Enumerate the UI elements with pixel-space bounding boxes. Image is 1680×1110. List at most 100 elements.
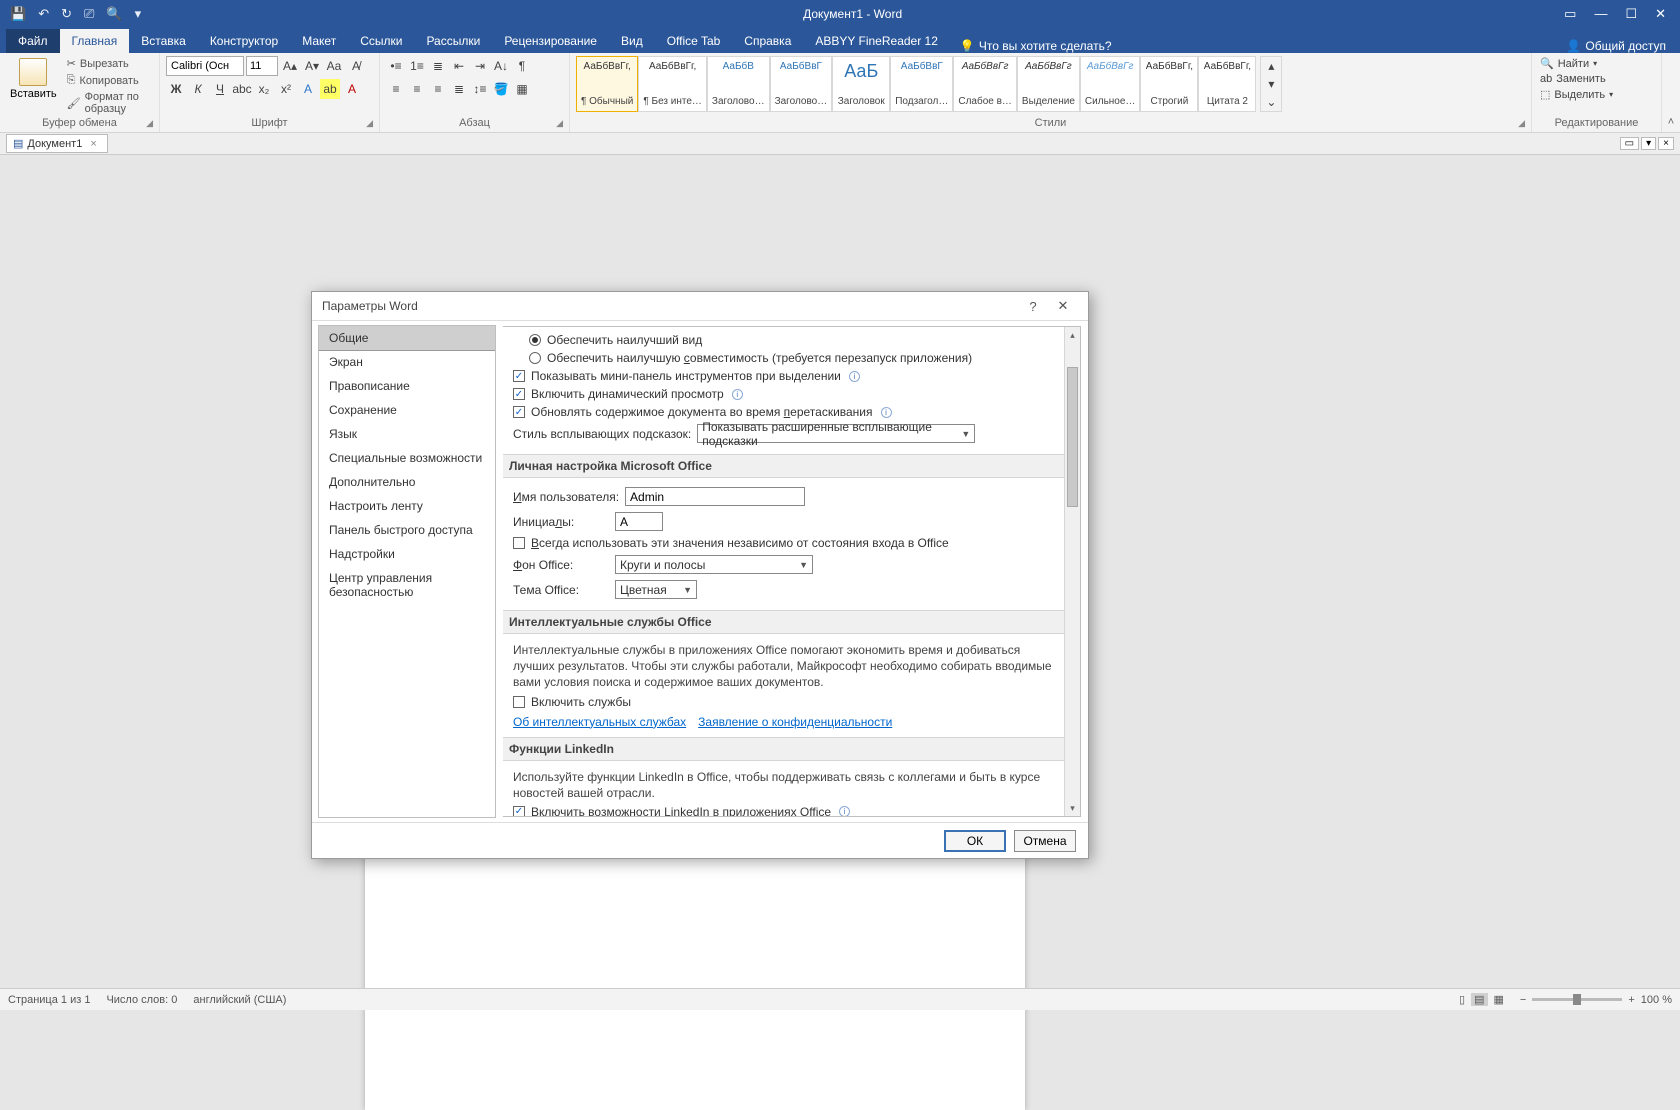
style-item[interactable]: АаБбВвГгСлабое в… [953,56,1017,112]
text-effects-icon[interactable]: A [298,79,318,99]
tab-help[interactable]: Справка [732,29,803,53]
change-case-icon[interactable]: Aa [324,56,344,76]
options-nav-item[interactable]: Настроить ленту [319,494,495,518]
select-button[interactable]: ⬚Выделить ▾ [1538,87,1615,102]
tab-references[interactable]: Ссылки [348,29,414,53]
borders-icon[interactable]: ▦ [512,79,532,99]
username-input[interactable] [625,487,805,506]
options-nav-item[interactable]: Правописание [319,374,495,398]
highlight-icon[interactable]: ab [320,79,340,99]
paste-button[interactable]: Вставить [6,56,61,102]
zoom-slider[interactable] [1532,998,1622,1001]
info-icon[interactable]: i [881,407,892,418]
touch-mode-icon[interactable]: ⎚ [84,6,94,22]
qat-more-icon[interactable]: ▾ [135,6,142,22]
chk-linkedin[interactable] [513,806,525,817]
tab-layout[interactable]: Макет [290,29,348,53]
collapse-ribbon-icon[interactable]: ˄ [1668,116,1674,128]
decrease-indent-icon[interactable]: ⇤ [449,56,469,76]
options-nav-item[interactable]: Экран [319,350,495,374]
strikethrough-icon[interactable]: abc [232,79,252,99]
tab-office-tab[interactable]: Office Tab [655,29,733,53]
increase-indent-icon[interactable]: ⇥ [470,56,490,76]
grow-font-icon[interactable]: A▴ [280,56,300,76]
bold-icon[interactable]: Ж [166,79,186,99]
tab-home[interactable]: Главная [60,29,130,53]
radio-best-compat[interactable] [529,352,541,364]
status-lang[interactable]: английский (США) [193,994,286,1006]
view-toggle-icon[interactable]: ▭ [1620,137,1639,150]
chk-enable-services[interactable] [513,696,525,708]
print-preview-icon[interactable]: 🔍 [106,6,122,22]
numbering-icon[interactable]: 1≡ [407,56,427,76]
options-nav-item[interactable]: Дополнительно [319,470,495,494]
tab-design[interactable]: Конструктор [198,29,290,53]
style-item[interactable]: АаБбВвГг,¶ Обычный [576,56,638,112]
shading-icon[interactable]: 🪣 [491,79,511,99]
chk-always-use[interactable] [513,537,525,549]
read-mode-icon[interactable]: ▯ [1459,993,1465,1006]
scroll-thumb[interactable] [1067,367,1078,507]
dialog-help-icon[interactable]: ? [1018,299,1048,314]
radio-best-appearance[interactable] [529,334,541,346]
office-theme-combo[interactable]: Цветная▼ [615,580,697,599]
line-spacing-icon[interactable]: ↕≡ [470,79,490,99]
info-icon[interactable]: i [732,389,743,400]
cancel-button[interactable]: Отмена [1014,830,1076,852]
shrink-font-icon[interactable]: A▾ [302,56,322,76]
style-item[interactable]: АаБбВвГгВыделение [1017,56,1080,112]
style-item[interactable]: АаБбВвГг,Цитата 2 [1198,56,1256,112]
style-item[interactable]: АаБбВЗаголово… [707,56,770,112]
clipboard-launcher-icon[interactable]: ◢ [146,118,153,129]
dialog-titlebar[interactable]: Параметры Word ? ✕ [312,292,1088,320]
link-privacy[interactable]: Заявление о конфиденциальности [698,715,892,729]
view-dropdown-icon[interactable]: ▾ [1641,137,1656,150]
scroll-down-icon[interactable]: ▾ [1065,800,1080,816]
info-icon[interactable]: i [839,806,850,817]
justify-icon[interactable]: ≣ [449,79,469,99]
options-nav-item[interactable]: Надстройки [319,542,495,566]
italic-icon[interactable]: К [188,79,208,99]
options-nav-item[interactable]: Сохранение [319,398,495,422]
print-layout-icon[interactable]: ▤ [1471,993,1487,1006]
align-right-icon[interactable]: ≡ [428,79,448,99]
info-icon[interactable]: i [849,371,860,382]
options-nav-item[interactable]: Специальные возможности [319,446,495,470]
font-size-input[interactable] [246,56,278,76]
minimize-icon[interactable]: — [1594,6,1607,22]
tell-me[interactable]: 💡Что вы хотите сделать? [950,39,1122,53]
font-launcher-icon[interactable]: ◢ [366,118,373,129]
font-color-icon[interactable]: A [342,79,362,99]
tab-file[interactable]: Файл [6,29,60,53]
underline-icon[interactable]: Ч [210,79,230,99]
tab-finereader[interactable]: ABBYY FineReader 12 [803,29,950,53]
cut-button[interactable]: ✂Вырезать [65,56,153,71]
chk-drag-update[interactable] [513,406,525,418]
ok-button[interactable]: ОК [944,830,1006,852]
doctab-close-icon[interactable]: × [90,138,96,150]
superscript-icon[interactable]: x² [276,79,296,99]
clear-formatting-icon[interactable]: A̸ [346,56,366,76]
tab-insert[interactable]: Вставка [129,29,198,53]
bullets-icon[interactable]: •≡ [386,56,406,76]
chk-mini-toolbar[interactable] [513,370,525,382]
zoom-value[interactable]: 100 % [1641,994,1672,1006]
style-item[interactable]: АаБбВвГгСильное… [1080,56,1141,112]
styles-gallery[interactable]: АаБбВвГг,¶ ОбычныйАаБбВвГг,¶ Без инте…Аа… [576,56,1256,112]
ribbon-options-icon[interactable]: ▭ [1564,6,1576,22]
format-painter-button[interactable]: 🖌Формат по образцу [65,90,153,116]
view-close-icon[interactable]: × [1658,137,1674,150]
align-left-icon[interactable]: ≡ [386,79,406,99]
style-item[interactable]: АаБбВвГг,Строгий [1140,56,1198,112]
find-button[interactable]: 🔍Найти ▾ [1538,56,1615,71]
tooltip-style-combo[interactable]: Показывать расширенные всплывающие подск… [697,424,975,443]
zoom-out-icon[interactable]: − [1520,994,1526,1006]
style-item[interactable]: АаБбВвГПодзагол… [890,56,953,112]
sort-icon[interactable]: A↓ [491,56,511,76]
chk-live-preview[interactable] [513,388,525,400]
dialog-close-icon[interactable]: ✕ [1048,298,1078,314]
font-name-input[interactable] [166,56,244,76]
styles-up-icon[interactable]: ▴ [1261,57,1281,75]
align-center-icon[interactable]: ≡ [407,79,427,99]
style-item[interactable]: АаБбВвГЗаголово… [770,56,833,112]
